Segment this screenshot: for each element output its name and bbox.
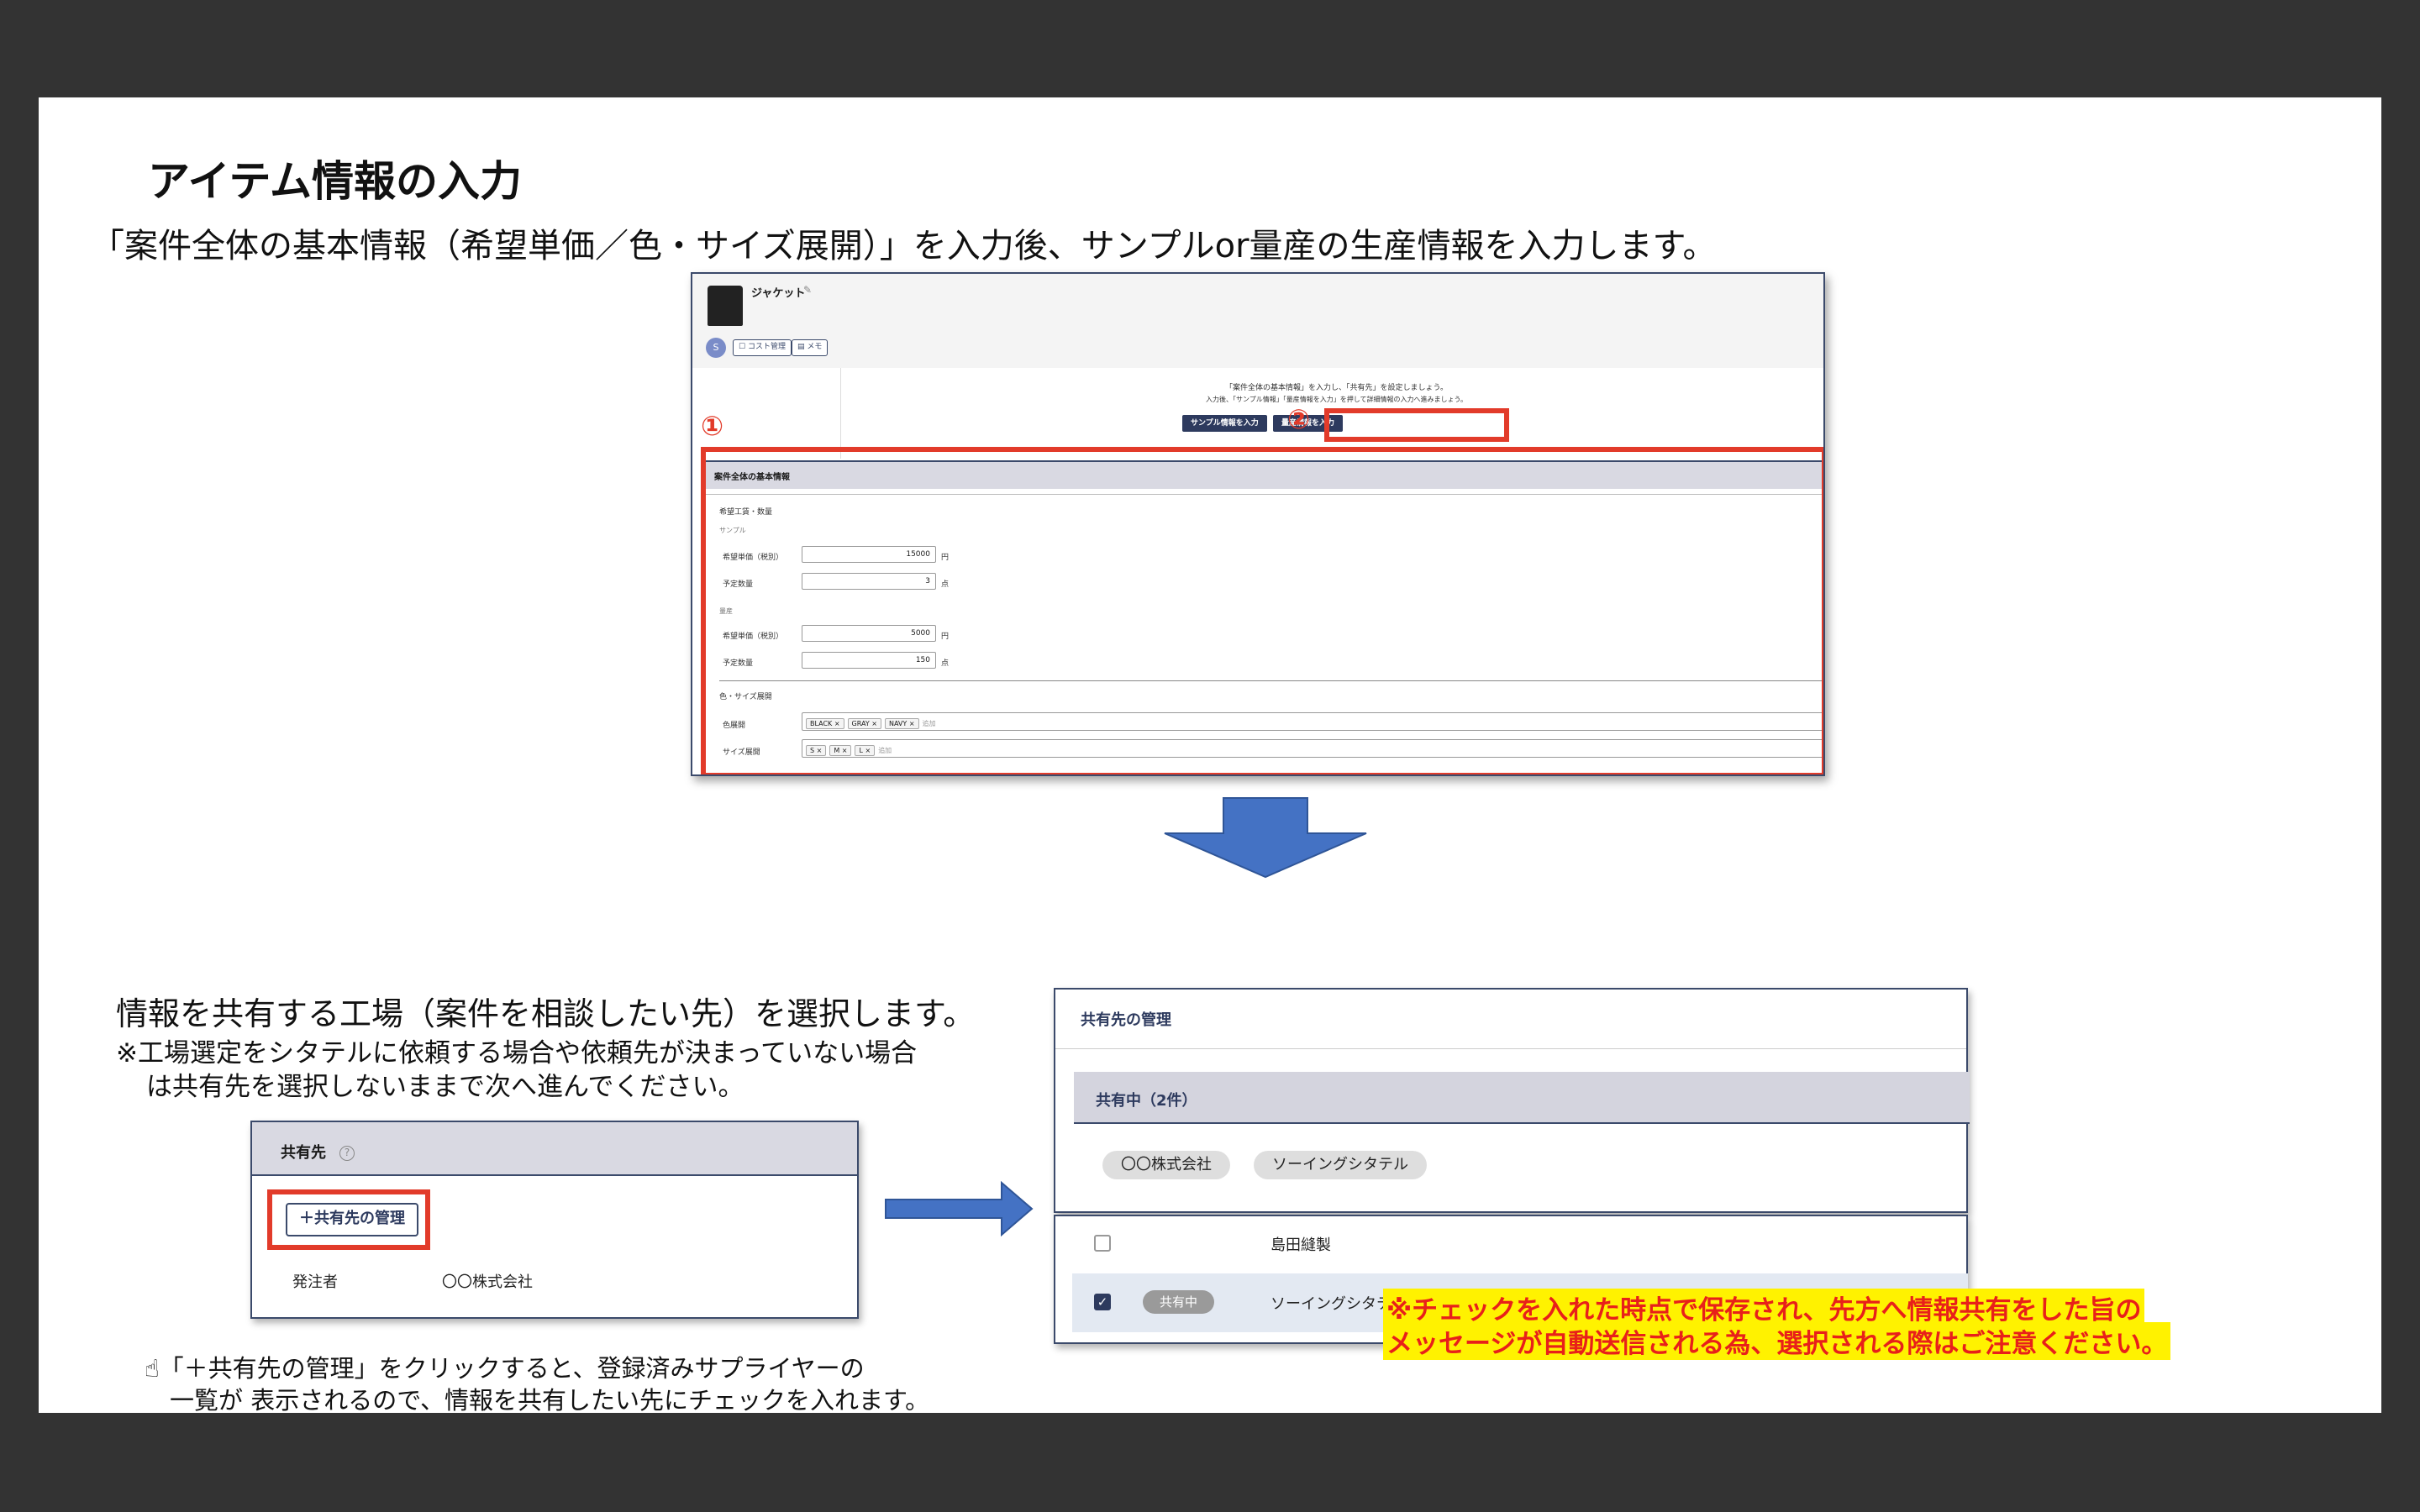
supplier-checkbox[interactable] — [1094, 1235, 1111, 1252]
sharing-band: 共有中（2件） — [1074, 1072, 1970, 1124]
orderer-value: 〇〇株式会社 — [442, 1273, 533, 1291]
share-note-line2: は共有先を選択しないままで次へ進んでください。 — [146, 1072, 744, 1102]
slide: アイテム情報の入力 「案件全体の基本情報（希望単価／色・サイズ展開）」を入力後、… — [39, 97, 2381, 1415]
avatar: S — [706, 338, 726, 358]
guide-line-1: 「案件全体の基本情報」を入力し、「共有先」を設定しましょう。 — [1225, 384, 1448, 392]
right-arrow-icon — [885, 1181, 1034, 1236]
sample-info-button[interactable]: サンプル情報を入力 — [1182, 415, 1267, 432]
share-note-line1: ※工場選定をシタテルに依頼する場合や依頼先が決まっていない場合 — [116, 1038, 918, 1068]
marker-2: ② — [1287, 403, 1311, 435]
intro-text: 「案件全体の基本情報（希望単価／色・サイズ展開）」を入力後、サンプルor量産の生… — [91, 227, 1717, 265]
down-arrow-icon — [1164, 797, 1367, 879]
divider — [1055, 1048, 1966, 1049]
marker-1: ① — [701, 410, 724, 442]
edit-pencil-icon[interactable]: ✎ — [803, 284, 812, 296]
sharing-badge: 共有中 — [1143, 1290, 1215, 1314]
supplier-name: 島田縫製 — [1270, 1236, 1331, 1254]
highlight-box-2 — [1324, 408, 1509, 442]
manage-share-panel: 共有先の管理 共有中（2件） 〇〇株式会社 ソーイングシタテル — [1054, 988, 1970, 1213]
warning-line1: ※チェックを入れた時点で保存され、先方へ情報共有をした旨の — [1383, 1289, 2145, 1326]
memo-button[interactable]: ▤ メモ — [792, 339, 829, 356]
share-heading: 情報を共有する工場（案件を相談したい先）を選択します。 — [116, 995, 976, 1032]
shared-company-pill: 〇〇株式会社 — [1102, 1151, 1230, 1179]
orderer-label: 発注者 — [292, 1273, 338, 1291]
cost-manage-button[interactable]: ☐ コスト管理 — [733, 339, 792, 356]
jacket-thumbnail — [708, 286, 743, 326]
share-panel-header: 共有先? — [252, 1122, 857, 1176]
tip-line2: 一覧が 表示されるので、情報を共有したい先にチェックを入れます。 — [170, 1386, 930, 1415]
item-form-screenshot: ジャケット ✎ S ☐ コスト管理 ▤ メモ 「案件全体の基本情報」を入力し、「… — [691, 272, 1825, 776]
warning-line2: メッセージが自動送信される為、選択される際はご注意ください。 — [1383, 1322, 2171, 1360]
product-name: ジャケット — [751, 287, 806, 300]
highlight-box-manage — [267, 1189, 430, 1250]
share-panel: 共有先? ＋共有先の管理 発注者 〇〇株式会社 — [250, 1121, 859, 1319]
item-header: ジャケット ✎ S ☐ コスト管理 ▤ メモ — [692, 274, 1823, 368]
highlight-box-1 — [701, 447, 1823, 774]
slide-title: アイテム情報の入力 — [148, 157, 522, 206]
shared-company-pill: ソーイングシタテル — [1254, 1151, 1427, 1179]
manage-panel-title: 共有先の管理 — [1081, 1011, 1171, 1029]
share-panel-title: 共有先 — [281, 1144, 326, 1162]
guide-line-2: 入力後、「サンプル情報」「量産情報を入力」を押して詳細情報の入力へ進みましょう。 — [1205, 396, 1468, 403]
pointer-hand-icon: ☝ — [145, 1354, 160, 1383]
supplier-checkbox-checked[interactable]: ✓ — [1094, 1294, 1111, 1310]
tip-line1: ☝「＋共有先の管理」をクリックすると、登録済みサプライヤーの — [145, 1354, 865, 1383]
help-icon[interactable]: ? — [339, 1146, 355, 1161]
